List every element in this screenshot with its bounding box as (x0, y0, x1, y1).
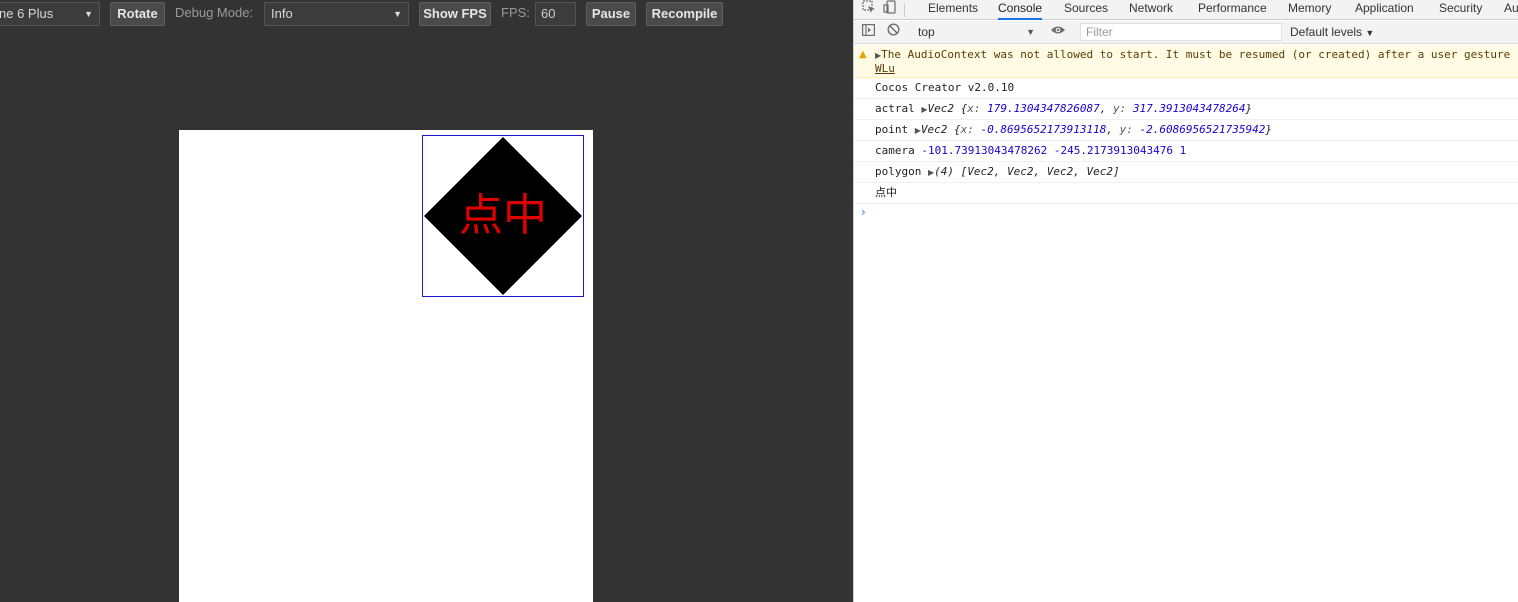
context-select-value: top (918, 25, 935, 39)
log-levels-value: Default levels (1290, 25, 1363, 39)
inspect-element-icon[interactable] (860, 0, 878, 20)
console-messages: ▲ ▶The AudioContext was not allowed to s… (854, 45, 1518, 222)
fps-input[interactable]: 60 (535, 2, 576, 26)
warning-text: The AudioContext was not allowed to star… (881, 48, 1511, 61)
tab-elements[interactable]: Elements (928, 0, 978, 20)
debug-mode-value: Info (271, 6, 293, 21)
tab-audits[interactable]: Au (1504, 0, 1518, 20)
warning-icon: ▲ (859, 49, 867, 60)
array-values: [Vec2, Vec2, Vec2, Vec2] (960, 165, 1120, 178)
message-text: Cocos Creator v2.0.10 (875, 81, 1015, 94)
game-preview-panel: ne 6 Plus ▼ Rotate Debug Mode: Info ▼ Sh… (0, 0, 853, 602)
console-message: 点中 (854, 183, 1518, 204)
message-label: camera (875, 144, 915, 157)
message-values: -101.73913043478262 -245.2173913043476 1 (921, 144, 1187, 157)
tab-security[interactable]: Security (1439, 0, 1482, 20)
prompt-chevron-icon: › (861, 205, 866, 219)
divider (904, 3, 905, 17)
eye-icon[interactable] (1050, 23, 1066, 41)
chevron-down-icon: ▼ (84, 9, 93, 19)
message-label: point (875, 123, 909, 136)
object-y: 317.3913043478264 (1132, 102, 1246, 115)
filter-input[interactable]: Filter (1080, 23, 1282, 41)
object-x: 179.1304347826087 (987, 102, 1100, 115)
message-label: polygon (875, 165, 922, 178)
warning-source-link[interactable]: WLu (875, 62, 895, 75)
console-prompt[interactable]: › (854, 204, 1518, 222)
debug-mode-select[interactable]: Info ▼ (264, 2, 409, 26)
recompile-button[interactable]: Recompile (646, 2, 723, 26)
tab-performance[interactable]: Performance (1198, 0, 1267, 20)
console-message: actral ▶Vec2 {x: 179.1304347826087, y: 3… (854, 99, 1518, 120)
log-levels-select[interactable]: Default levels ▼ (1290, 23, 1374, 41)
console-warning[interactable]: ▲ ▶The AudioContext was not allowed to s… (854, 45, 1518, 78)
rotate-button[interactable]: Rotate (110, 2, 165, 26)
device-toolbar-icon[interactable] (881, 0, 899, 20)
device-select[interactable]: ne 6 Plus ▼ (0, 2, 100, 26)
chevron-down-icon: ▼ (1026, 27, 1035, 37)
object-x: -0.8695652173913118 (980, 123, 1107, 136)
sidebar-toggle-icon[interactable] (860, 23, 876, 41)
show-fps-button[interactable]: Show FPS (419, 2, 491, 26)
object-type: Vec2 (927, 102, 955, 115)
game-canvas[interactable]: 点中 (179, 130, 593, 602)
console-message: camera -101.73913043478262 -245.21739130… (854, 141, 1518, 162)
tab-application[interactable]: Application (1355, 0, 1414, 20)
console-toolbar: top ▼ Filter Default levels ▼ (854, 21, 1518, 44)
devtools-panel: Elements Console Sources Network Perform… (853, 0, 1518, 602)
devtools-tab-bar: Elements Console Sources Network Perform… (854, 0, 1518, 20)
fps-label: FPS: (501, 5, 530, 20)
tab-sources[interactable]: Sources (1064, 0, 1108, 20)
debug-mode-label: Debug Mode: (175, 5, 254, 20)
tab-memory[interactable]: Memory (1288, 0, 1331, 20)
tab-network[interactable]: Network (1129, 0, 1173, 20)
message-text: 点中 (875, 186, 897, 199)
console-message: polygon ▶(4) [Vec2, Vec2, Vec2, Vec2] (854, 162, 1518, 183)
tab-console[interactable]: Console (998, 0, 1043, 20)
chevron-down-icon: ▼ (393, 9, 402, 19)
array-count: (4) (934, 165, 955, 178)
diamond-label: 点中 (459, 190, 547, 241)
console-message: Cocos Creator v2.0.10 (854, 78, 1518, 99)
context-select[interactable]: top ▼ (914, 23, 1039, 41)
chevron-down-icon: ▼ (1365, 28, 1375, 38)
object-type: Vec2 (920, 123, 948, 136)
message-label: actral (875, 102, 915, 115)
object-y: -2.6086956521735942 (1139, 123, 1266, 136)
console-message: point ▶Vec2 {x: -0.8695652173913118, y: … (854, 120, 1518, 141)
clear-console-icon[interactable] (885, 23, 901, 41)
pause-button[interactable]: Pause (586, 2, 636, 26)
node-bounding-box: 点中 (422, 135, 584, 297)
device-select-value: ne 6 Plus (0, 6, 54, 21)
